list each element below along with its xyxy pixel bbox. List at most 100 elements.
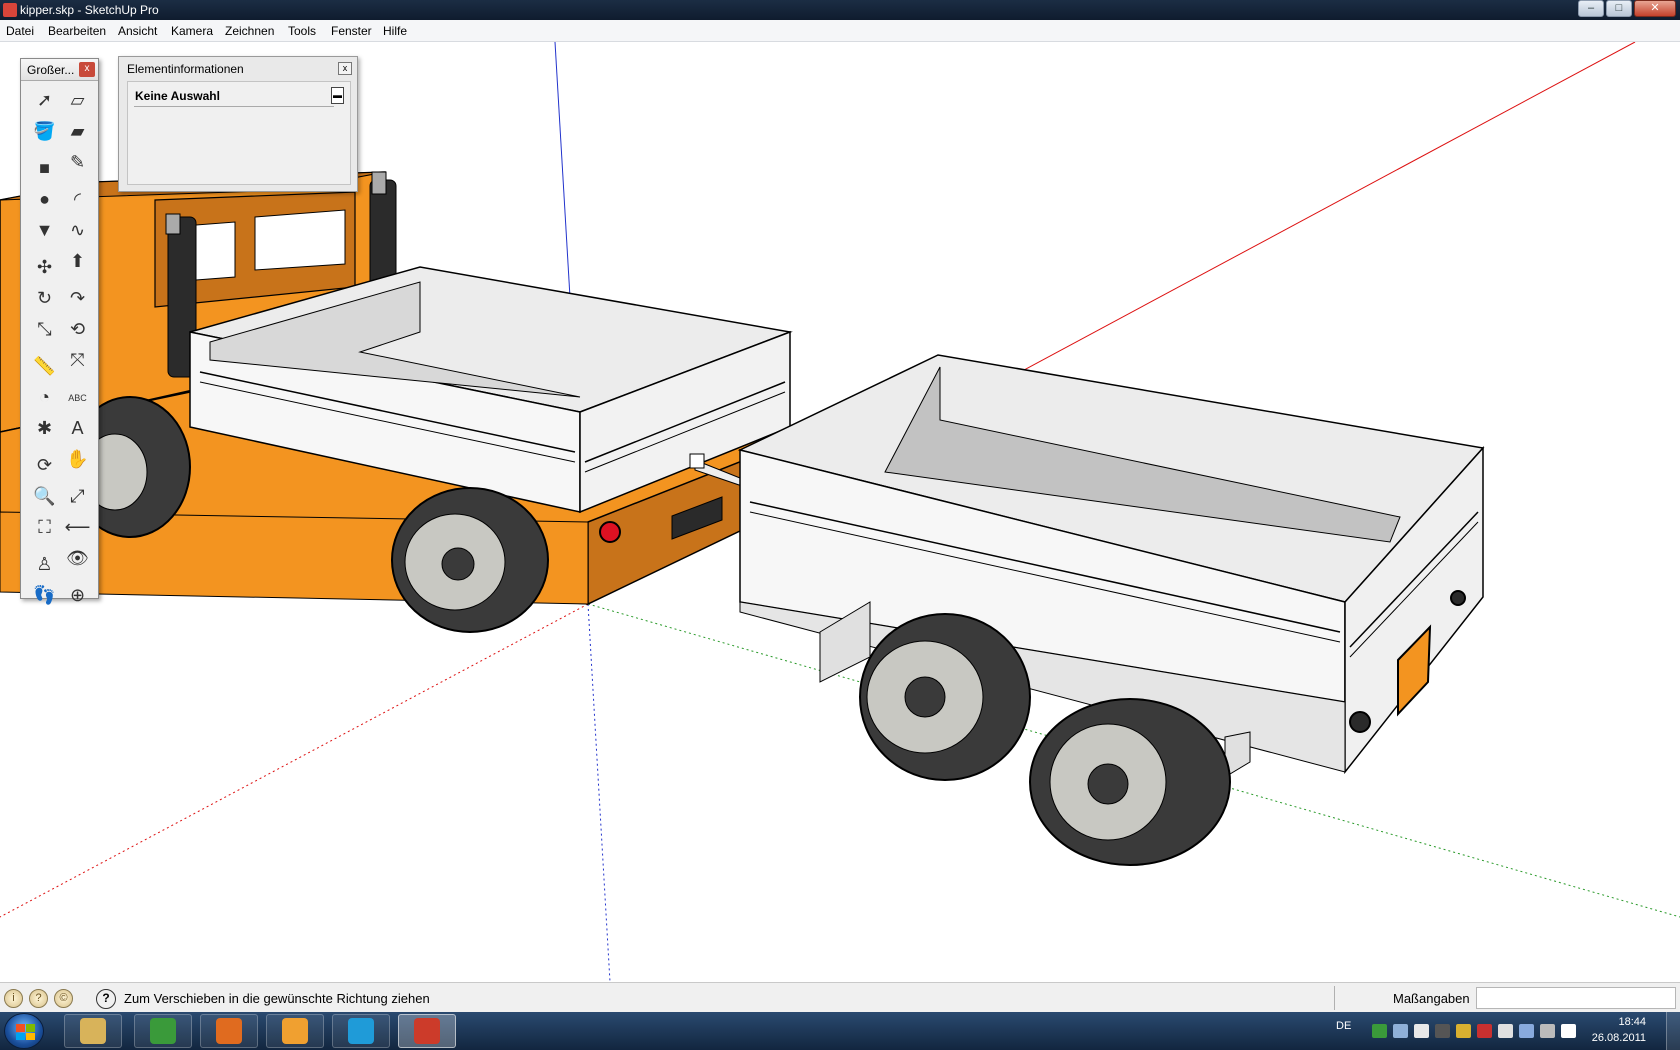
minimize-button[interactable]: – [1578, 0, 1604, 17]
credits-icon[interactable]: ? [29, 989, 48, 1008]
menu-zeichnen[interactable]: Zeichnen [225, 24, 274, 38]
taskbar-app-chrome[interactable] [134, 1014, 192, 1048]
skype-icon [348, 1018, 374, 1044]
follow-me-tool-icon[interactable]: ↷ [63, 284, 92, 313]
circle-tool-icon[interactable]: ● [30, 185, 59, 214]
menu-hilfe[interactable]: Hilfe [383, 24, 407, 38]
language-indicator[interactable]: DE [1336, 1020, 1351, 1032]
taskbar-app-media-player[interactable] [266, 1014, 324, 1048]
firefox-icon [216, 1018, 242, 1044]
entity-info-body: Keine Auswahl ▬ [127, 81, 351, 185]
arc-tool-icon[interactable]: ◜ [63, 185, 92, 214]
entity-info-close-icon[interactable]: x [338, 62, 352, 75]
tray-app-icon[interactable] [1456, 1024, 1471, 1038]
copyright-icon[interactable]: © [54, 989, 73, 1008]
eraser-tool-icon[interactable]: ▰ [63, 117, 92, 146]
offset-tool-icon[interactable]: ⟲ [63, 315, 92, 344]
tray-speaker-icon[interactable] [1519, 1024, 1534, 1038]
entity-info-title: Elementinformationen [127, 62, 244, 76]
tray-display-icon[interactable] [1561, 1024, 1576, 1038]
collapse-toggle-icon[interactable]: ▬ [331, 87, 344, 104]
red-axis-negative [0, 603, 589, 918]
previous-view-tool-icon[interactable]: ⟵ [63, 513, 92, 542]
pan-tool-icon[interactable]: ✋ [63, 445, 92, 474]
taskbar-app-sketchup[interactable] [398, 1014, 456, 1048]
freehand-tool-icon[interactable]: ∿ [63, 216, 92, 245]
entity-info-panel[interactable]: Elementinformationen x Keine Auswahl ▬ [118, 56, 358, 192]
large-toolset-palette[interactable]: Großer... x ➚ ▱ 🪣 ▰ ■ ✎ ● ◜ ▼ ∿ ✣ ⬆ ↻ ↷ ⤡ ⟲ 📏 ⤧ ◔ ABC ✱ A ⟳ ✋ 🔍 ⤢… [20, 58, 99, 605]
make-component-tool-icon[interactable]: ▱ [63, 86, 92, 115]
clock-date[interactable]: 26.08.2011 [1592, 1032, 1646, 1044]
push-pull-tool-icon[interactable]: ⬆ [63, 247, 92, 276]
close-button[interactable]: ✕ [1634, 0, 1676, 17]
title-bar: kipper.skp - SketchUp Pro – □ ✕ [0, 0, 1680, 20]
tool-grid: ➚ ▱ 🪣 ▰ ■ ✎ ● ◜ ▼ ∿ ✣ ⬆ ↻ ↷ ⤡ ⟲ 📏 ⤧ ◔ ABC ✱ A ⟳ ✋ 🔍 ⤢ ⛶ ⟵ ♙ 👁 👣 ⊕ [21, 81, 98, 612]
palette-close-icon[interactable]: x [79, 62, 95, 77]
start-button[interactable] [4, 1013, 44, 1049]
axes-tool-icon[interactable]: ✱ [30, 414, 59, 443]
zoom-tool-icon[interactable]: 🔍 [30, 482, 59, 511]
move-tool-icon[interactable]: ✣ [30, 253, 59, 282]
taskbar-app-firefox[interactable] [200, 1014, 258, 1048]
menu-bearbeiten[interactable]: Bearbeiten [48, 24, 106, 38]
selection-label: Keine Auswahl [135, 89, 220, 103]
tray-power-icon[interactable] [1540, 1024, 1555, 1038]
zoom-window-tool-icon[interactable]: ⤢ [63, 482, 92, 511]
paint-bucket-tool-icon[interactable]: 🪣 [30, 117, 59, 146]
blue-axis-negative [587, 603, 611, 982]
walk-tool-icon[interactable]: 👣 [30, 581, 59, 610]
tray-headset-icon[interactable] [1435, 1024, 1450, 1038]
sketchup-app-icon [3, 3, 17, 17]
windows-taskbar: DE 18:44 26.08.2011 [0, 1012, 1680, 1050]
clock-time[interactable]: 18:44 [1618, 1016, 1646, 1028]
status-message: Zum Verschieben in die gewünschte Richtu… [124, 991, 430, 1006]
menu-datei[interactable]: Datei [6, 24, 34, 38]
tray-antivirus-icon[interactable] [1477, 1024, 1492, 1038]
select-tool-icon[interactable]: ➚ [30, 86, 59, 115]
menu-ansicht[interactable]: Ansicht [118, 24, 157, 38]
taskbar-app-explorer[interactable] [64, 1014, 122, 1048]
entity-info-header[interactable]: Elementinformationen x [119, 57, 357, 79]
show-desktop-button[interactable] [1666, 1012, 1680, 1050]
measurements-label: Maßangaben [1393, 991, 1470, 1006]
line-tool-icon[interactable]: ✎ [63, 148, 92, 177]
menu-kamera[interactable]: Kamera [171, 24, 213, 38]
geo-location-icon[interactable]: i [4, 989, 23, 1008]
measurements-input[interactable] [1476, 987, 1676, 1009]
maximize-button[interactable]: □ [1606, 0, 1632, 17]
text-tool-icon[interactable]: ABC [63, 383, 92, 412]
tape-measure-tool-icon[interactable]: 📏 [30, 352, 59, 381]
windows-logo-icon [16, 1024, 35, 1040]
sketchup-icon [414, 1018, 440, 1044]
window-title: kipper.skp - SketchUp Pro [20, 3, 159, 17]
media-player-icon [282, 1018, 308, 1044]
menu-tools[interactable]: Tools [288, 24, 316, 38]
tray-flag-icon[interactable] [1414, 1024, 1429, 1038]
polygon-tool-icon[interactable]: ▼ [30, 216, 59, 245]
truck-model[interactable] [0, 171, 793, 633]
rotate-tool-icon[interactable]: ↻ [30, 284, 59, 313]
protractor-tool-icon[interactable]: ◔ [30, 383, 59, 412]
dimension-tool-icon[interactable]: ⤧ [63, 346, 92, 375]
scale-tool-icon[interactable]: ⤡ [30, 315, 59, 344]
orbit-tool-icon[interactable]: ⟳ [30, 451, 59, 480]
status-divider [1334, 986, 1335, 1010]
status-bar: i ? © ? Zum Verschieben in die gewünscht… [0, 982, 1680, 1012]
tray-security-icon[interactable] [1372, 1024, 1387, 1038]
trailer-model[interactable] [737, 354, 1485, 866]
menu-fenster[interactable]: Fenster [331, 24, 372, 38]
rectangle-tool-icon[interactable]: ■ [30, 154, 59, 183]
taskbar-app-skype[interactable] [332, 1014, 390, 1048]
look-around-tool-icon[interactable]: 👁 [63, 544, 92, 573]
zoom-extents-tool-icon[interactable]: ⛶ [30, 513, 59, 542]
palette-title: Großer... [27, 63, 75, 77]
position-camera-tool-icon[interactable]: ♙ [30, 550, 59, 579]
section-plane-tool-icon[interactable]: ⊕ [63, 581, 92, 610]
tray-airplane-icon[interactable] [1498, 1024, 1513, 1038]
selection-divider [134, 106, 334, 107]
help-icon[interactable]: ? [96, 989, 116, 1009]
palette-header[interactable]: Großer... x [21, 59, 98, 81]
3d-text-tool-icon[interactable]: A [63, 414, 92, 443]
tray-network-icon[interactable] [1393, 1024, 1408, 1038]
menu-bar: Datei Bearbeiten Ansicht Kamera Zeichnen… [0, 20, 1680, 42]
